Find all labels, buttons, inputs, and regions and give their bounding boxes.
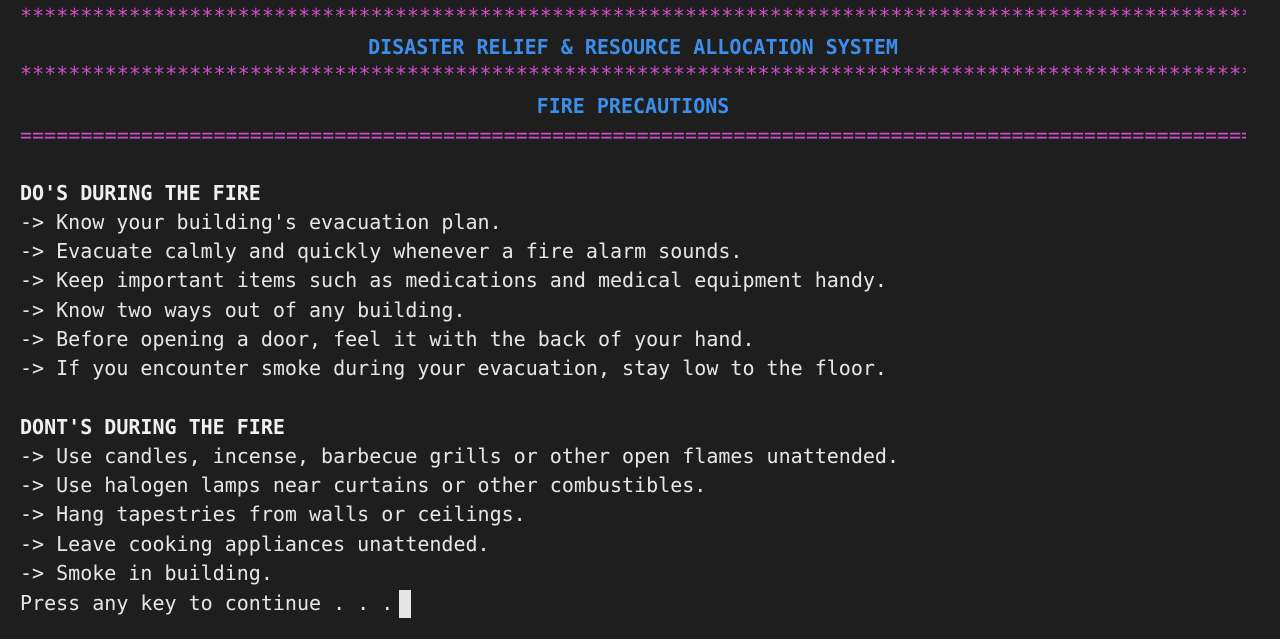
section-title: FIRE PRECAUTIONS: [536, 94, 730, 118]
equals-rule: ========================================…: [20, 123, 1246, 147]
terminal-window[interactable]: ****************************************…: [0, 0, 1280, 639]
donts-item: -> Use halogen lamps near curtains or ot…: [20, 473, 707, 497]
text-cursor: [399, 590, 412, 618]
dos-heading: DO'S DURING THE FIRE: [20, 181, 261, 205]
donts-item: -> Hang tapestries from walls or ceiling…: [20, 502, 526, 526]
donts-item: -> Smoke in building.: [20, 561, 273, 585]
donts-item: -> Leave cooking appliances unattended.: [20, 532, 490, 556]
dos-item: -> If you encounter smoke during your ev…: [20, 356, 887, 380]
dos-item: -> Keep important items such as medicati…: [20, 268, 887, 292]
continue-prompt-text: Press any key to continue . . .: [20, 591, 394, 615]
dos-item: -> Know two ways out of any building.: [20, 298, 466, 322]
continue-prompt[interactable]: Press any key to continue . . .: [20, 590, 412, 618]
donts-item: -> Use candles, incense, barbecue grills…: [20, 444, 899, 468]
dos-item: -> Know your building's evacuation plan.: [20, 210, 502, 234]
star-rule-top: ****************************************…: [20, 4, 1246, 28]
star-rule-bottom: ****************************************…: [20, 62, 1246, 86]
dos-item: -> Evacuate calmly and quickly whenever …: [20, 239, 743, 263]
dos-item: -> Before opening a door, feel it with t…: [20, 327, 755, 351]
app-title: DISASTER RELIEF & RESOURCE ALLOCATION SY…: [368, 35, 898, 59]
donts-heading: DONT'S DURING THE FIRE: [20, 415, 285, 439]
